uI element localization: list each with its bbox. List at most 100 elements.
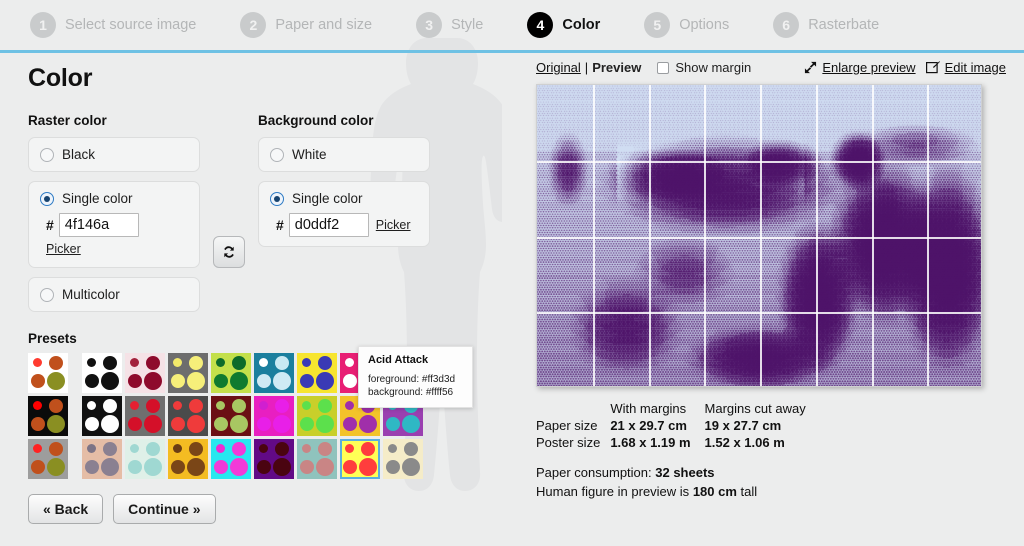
preset-swatch-2-3[interactable] bbox=[211, 439, 251, 479]
preset-dot bbox=[232, 442, 246, 456]
preset-dot bbox=[216, 358, 225, 367]
preset-dot bbox=[216, 401, 225, 410]
preset-dot bbox=[31, 417, 45, 431]
background-hash-symbol: # bbox=[276, 217, 284, 233]
preset-dot bbox=[85, 460, 99, 474]
show-margin-checkbox[interactable] bbox=[657, 61, 670, 74]
preset-dot bbox=[49, 399, 63, 413]
step-6-rasterbate[interactable]: 6 Rasterbate bbox=[773, 12, 879, 38]
preset-swatch-1-0[interactable] bbox=[82, 396, 122, 436]
poster-size-cut-away: 1.52 x 1.06 m bbox=[704, 435, 785, 450]
show-margin-label[interactable]: Show margin bbox=[675, 60, 751, 75]
rasterbator-color-page: 1 Select source image 2 Paper and size 3… bbox=[0, 0, 1024, 546]
preset-dot bbox=[300, 460, 314, 474]
preset-dot bbox=[31, 374, 45, 388]
preset-swatch-0-3[interactable] bbox=[211, 353, 251, 393]
preset-swatch-0-1[interactable] bbox=[125, 353, 165, 393]
preset-swatch-0-5[interactable] bbox=[297, 353, 337, 393]
preset-swatch-1-4[interactable] bbox=[254, 396, 294, 436]
poster-size-label: Poster size bbox=[536, 435, 601, 450]
preset-dot bbox=[402, 458, 420, 476]
preset-tooltip: Acid Attack foreground: #ff3d3d backgrou… bbox=[358, 346, 473, 409]
preset-dot bbox=[173, 444, 182, 453]
table-header-row: With margins Margins cut away bbox=[536, 400, 805, 417]
background-picker-link[interactable]: Picker bbox=[376, 218, 411, 232]
preset-dot bbox=[173, 358, 182, 367]
raster-single-color-radio[interactable] bbox=[40, 191, 54, 206]
preset-swatch-2-0[interactable] bbox=[82, 439, 122, 479]
background-white-radio[interactable] bbox=[270, 147, 284, 162]
preset-current-1[interactable] bbox=[28, 396, 68, 436]
preset-dot bbox=[214, 374, 228, 388]
poster-info: With margins Margins cut away Paper size… bbox=[536, 400, 1006, 502]
human-figure-line: Human figure in preview is 180 cm tall bbox=[536, 483, 1006, 502]
preset-dot bbox=[343, 417, 357, 431]
pencil-square-icon bbox=[925, 61, 940, 74]
step-4-color[interactable]: 4 Color bbox=[527, 12, 600, 38]
preset-dot bbox=[214, 417, 228, 431]
raster-hash-symbol: # bbox=[46, 217, 54, 233]
preset-swatch-2-2[interactable] bbox=[168, 439, 208, 479]
step-label: Select source image bbox=[65, 17, 197, 33]
preset-dot bbox=[232, 399, 246, 413]
background-single-color-radio[interactable] bbox=[270, 191, 284, 206]
preset-dot bbox=[85, 417, 99, 431]
edit-image-link[interactable]: Edit image bbox=[945, 60, 1006, 75]
preset-dot bbox=[187, 458, 205, 476]
preset-dot bbox=[232, 356, 246, 370]
raster-single-color-option[interactable]: Single color # Picker bbox=[28, 181, 200, 268]
preset-dot bbox=[189, 442, 203, 456]
continue-button[interactable]: Continue » bbox=[113, 494, 216, 524]
preset-swatch-2-1[interactable] bbox=[125, 439, 165, 479]
raster-black-radio[interactable] bbox=[40, 147, 54, 162]
swap-colors-button[interactable] bbox=[213, 236, 245, 268]
enlarge-preview-link[interactable]: Enlarge preview bbox=[822, 60, 915, 75]
paper-size-with-margins: 21 x 29.7 cm bbox=[610, 418, 687, 433]
step-5-options[interactable]: 5 Options bbox=[644, 12, 729, 38]
preset-swatch-2-5[interactable] bbox=[297, 439, 337, 479]
back-button[interactable]: « Back bbox=[28, 494, 104, 524]
preset-current-2[interactable] bbox=[28, 439, 68, 479]
preset-swatch-2-6[interactable] bbox=[340, 439, 380, 479]
preset-swatch-2-7[interactable] bbox=[383, 439, 423, 479]
preset-tooltip-background: background: #ffff56 bbox=[368, 387, 454, 399]
preset-dot bbox=[386, 460, 400, 474]
preview-toolbar: Original | Preview Show margin Enlarge p… bbox=[536, 60, 1006, 75]
preset-swatch-0-2[interactable] bbox=[168, 353, 208, 393]
preset-swatch-2-4[interactable] bbox=[254, 439, 294, 479]
preset-swatch-1-2[interactable] bbox=[168, 396, 208, 436]
preset-swatch-1-3[interactable] bbox=[211, 396, 251, 436]
preset-dot bbox=[101, 458, 119, 476]
col-header-blank bbox=[536, 400, 600, 417]
preset-dot bbox=[189, 399, 203, 413]
raster-black-option[interactable]: Black bbox=[28, 137, 200, 172]
raster-multicolor-option[interactable]: Multicolor bbox=[28, 277, 200, 312]
step-1-select-source-image[interactable]: 1 Select source image bbox=[30, 12, 196, 38]
preset-swatch-1-5[interactable] bbox=[297, 396, 337, 436]
background-hex-input[interactable] bbox=[288, 213, 369, 237]
preset-dot bbox=[144, 415, 162, 433]
preset-swatch-0-4[interactable] bbox=[254, 353, 294, 393]
raster-hex-input[interactable] bbox=[58, 213, 139, 237]
preset-dot bbox=[87, 358, 96, 367]
preset-swatch-0-0[interactable] bbox=[82, 353, 122, 393]
raster-multicolor-radio[interactable] bbox=[40, 287, 54, 302]
preset-column-current bbox=[28, 353, 68, 479]
preset-dot bbox=[316, 372, 334, 390]
preset-dot bbox=[214, 460, 228, 474]
preset-dot bbox=[359, 415, 377, 433]
raster-picker-link[interactable]: Picker bbox=[46, 242, 81, 256]
original-link[interactable]: Original bbox=[536, 60, 581, 75]
preset-dot bbox=[146, 442, 160, 456]
col-header-with-margins: With margins bbox=[610, 401, 687, 416]
expand-arrows-icon bbox=[804, 61, 817, 74]
step-3-style[interactable]: 3 Style bbox=[416, 12, 483, 38]
preset-current-0[interactable] bbox=[28, 353, 68, 393]
step-2-paper-and-size[interactable]: 2 Paper and size bbox=[240, 12, 372, 38]
background-white-option[interactable]: White bbox=[258, 137, 430, 172]
preset-dot bbox=[361, 442, 375, 456]
poster-preview[interactable] bbox=[536, 84, 982, 387]
preset-swatch-1-1[interactable] bbox=[125, 396, 165, 436]
background-single-color-option[interactable]: Single color # Picker bbox=[258, 181, 430, 247]
preset-dot bbox=[187, 372, 205, 390]
